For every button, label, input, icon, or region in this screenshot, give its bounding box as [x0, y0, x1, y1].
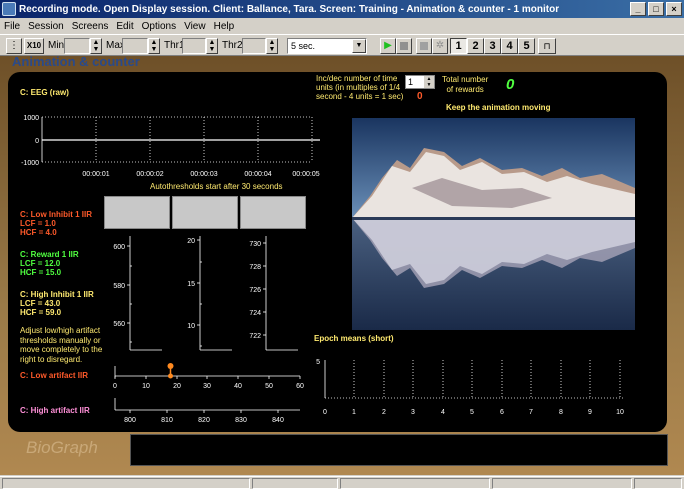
epoch-xtick: 2	[382, 409, 386, 416]
epoch-xtick: 0	[323, 409, 327, 416]
epoch-xtick: 4	[441, 409, 445, 416]
epoch-xtick: 7	[529, 409, 533, 416]
epoch-xtick: 5	[470, 409, 474, 416]
epoch-ytick: 5	[316, 359, 320, 366]
status-cell	[492, 478, 632, 489]
epoch-xtick: 3	[411, 409, 415, 416]
epoch-xtick: 10	[616, 409, 624, 416]
epoch-xtick: 9	[588, 409, 592, 416]
status-cell	[634, 478, 682, 489]
status-cell	[2, 478, 250, 489]
biograph-logo: BioGraph	[26, 438, 98, 457]
epoch-xtick: 1	[352, 409, 356, 416]
message-bar	[130, 434, 668, 466]
epoch-xtick: 8	[559, 409, 563, 416]
status-bar	[0, 476, 684, 489]
status-cell	[252, 478, 338, 489]
epoch-xtick: 6	[500, 409, 504, 416]
epoch-plot: 5 0 1 2 3 4 5 6 7 8 9 10	[316, 359, 625, 416]
status-cell	[340, 478, 490, 489]
